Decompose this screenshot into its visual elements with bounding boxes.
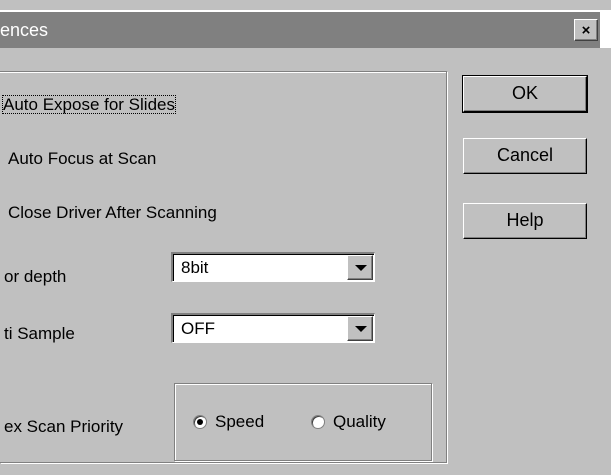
color-depth-value: 8bit xyxy=(181,258,209,277)
chevron-down-icon[interactable] xyxy=(347,255,373,280)
close-driver-checkbox[interactable]: Close Driver After Scanning xyxy=(8,200,217,226)
ok-button[interactable]: OK xyxy=(462,75,588,113)
auto-focus-label: Auto Focus at Scan xyxy=(8,149,157,168)
multi-sample-value: OFF xyxy=(181,319,215,338)
radio-quality[interactable]: Quality xyxy=(311,411,386,433)
help-button[interactable]: Help xyxy=(463,203,587,239)
auto-expose-checkbox[interactable]: Auto Expose for Slides xyxy=(2,92,176,118)
index-scan-priority-group: Speed Quality xyxy=(174,383,432,461)
close-driver-label: Close Driver After Scanning xyxy=(8,203,217,222)
preferences-dialog: ences × Auto Expose for Slides Auto Focu… xyxy=(0,0,611,475)
close-button[interactable]: × xyxy=(574,19,598,41)
multi-sample-select[interactable]: OFF xyxy=(171,313,375,343)
radio-button-icon xyxy=(311,415,325,429)
color-depth-label: or depth xyxy=(4,267,67,286)
color-depth-select[interactable]: 8bit xyxy=(171,252,375,282)
cancel-button[interactable]: Cancel xyxy=(463,138,587,174)
radio-quality-label: Quality xyxy=(333,412,386,431)
auto-expose-label: Auto Expose for Slides xyxy=(2,95,176,114)
window-title: ences xyxy=(0,20,49,40)
chevron-down-icon[interactable] xyxy=(347,316,373,341)
auto-focus-checkbox[interactable]: Auto Focus at Scan xyxy=(8,146,156,172)
radio-speed[interactable]: Speed xyxy=(193,411,264,433)
multi-sample-label: ti Sample xyxy=(4,324,75,343)
radio-button-icon xyxy=(193,415,207,429)
title-bar[interactable] xyxy=(0,12,600,48)
index-scan-priority-label: ex Scan Priority xyxy=(4,417,124,436)
close-icon: × xyxy=(581,21,591,39)
radio-speed-label: Speed xyxy=(215,412,265,431)
